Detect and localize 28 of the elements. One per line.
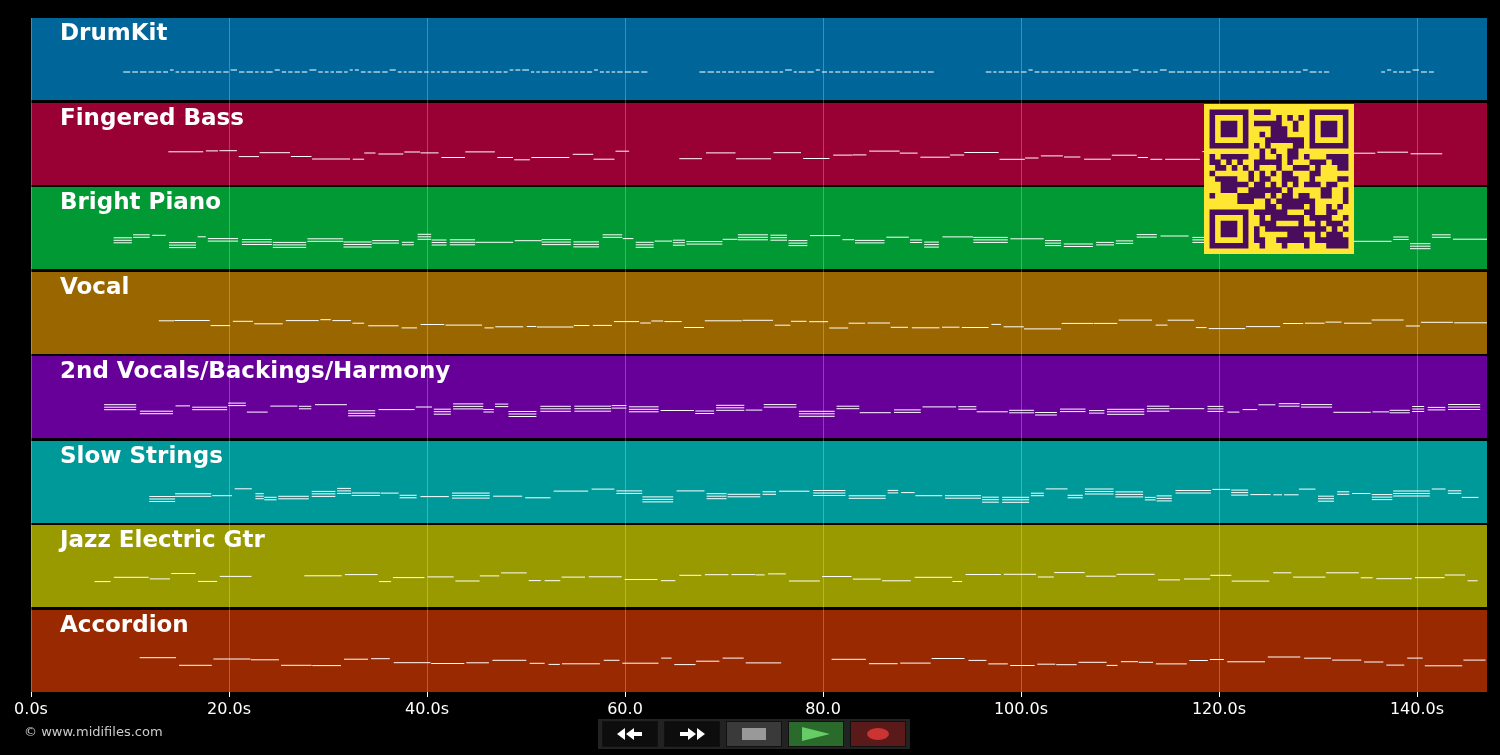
track-name: Bright Piano [60,190,222,213]
copyright-text: © www.midifiles.com [24,723,163,739]
time-tick-label: 140.0s [1389,698,1445,718]
stop-icon [742,726,766,741]
track-name: Fingered Bass [60,105,244,129]
qr-code-icon [1204,104,1354,254]
time-tick-label: 0.0s [14,698,48,718]
time-tick-label: 80.0 [805,698,841,718]
track-name: 2nd Vocals/Backings/Harmony [60,359,451,382]
rewind-icon [615,726,645,741]
track-name: Vocal [60,274,130,298]
time-tick-label: 120.0s [1191,698,1247,718]
stop-button[interactable] [726,720,782,747]
track-name: Jazz Electric Gtr [60,528,265,551]
record-button[interactable] [850,720,906,747]
play-icon [801,725,831,742]
track-name: Slow Strings [60,443,223,467]
time-tick-label: 60.0 [607,698,643,718]
forward-button[interactable] [664,720,720,747]
track-name: Accordion [60,612,189,636]
track-name: DrumKit [60,21,168,44]
record-icon [866,726,890,741]
rewind-button[interactable] [602,720,658,747]
fast-forward-icon [677,726,707,741]
time-tick-label: 20.0s [207,698,251,718]
play-button[interactable] [788,720,844,747]
time-tick-label: 40.0s [405,698,449,718]
time-tick-label: 100.0s [993,698,1049,718]
